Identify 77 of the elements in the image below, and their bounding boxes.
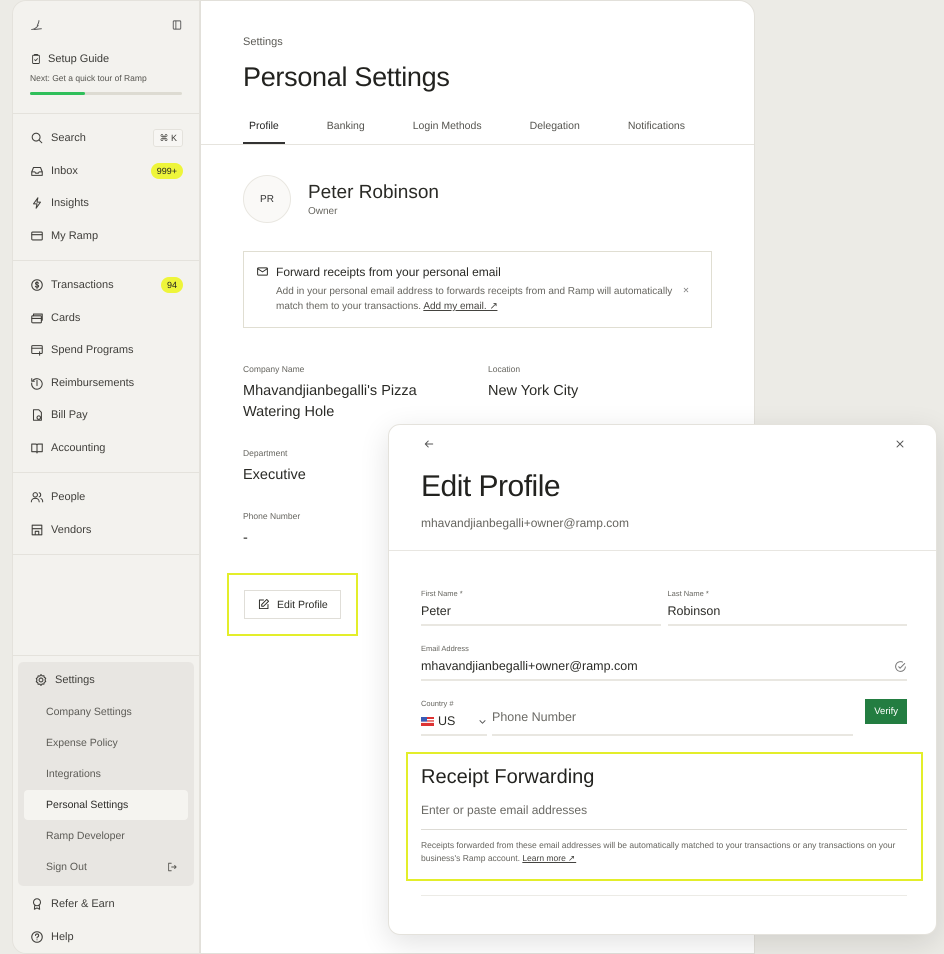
settings-nav-item[interactable]: Expense Policy: [24, 728, 188, 758]
tab[interactable]: Login Methods: [406, 120, 488, 144]
close-icon: [894, 438, 906, 450]
search-icon: [30, 131, 44, 146]
setup-guide-title[interactable]: Setup Guide: [48, 53, 110, 65]
settings-nav-item[interactable]: Sign Out: [24, 852, 188, 882]
field-value: Mhavandjianbegalli's Pizza Watering Hole: [243, 382, 418, 422]
dialog-title: Edit Profile: [421, 470, 562, 504]
banner-text: Add in your personal email address to forwards receipts from and Ramp will automatically match them to your transactions. Add my email. ↗: [276, 285, 674, 314]
learn-more-link[interactable]: Learn more ↗: [522, 853, 576, 863]
page-title: Personal Settings: [243, 62, 451, 93]
field-label: Company Name: [243, 364, 304, 374]
bill-icon: [30, 408, 44, 422]
settings-nav-item[interactable]: Company Settings: [24, 697, 188, 727]
verify-button[interactable]: Verify: [865, 699, 907, 724]
nav-item[interactable]: Transactions 94: [13, 269, 199, 302]
section-title: Receipt Forwarding: [421, 766, 596, 789]
banner-title: Forward receipts from your personal email: [276, 265, 502, 279]
settings-nav-item[interactable]: Integrations: [24, 759, 188, 789]
nav-item[interactable]: My Ramp: [13, 220, 199, 252]
help-icon: [30, 930, 44, 944]
people-icon: [30, 490, 44, 504]
sidebar-toggle-icon: [171, 19, 183, 31]
nav-item[interactable]: Search ⌘ K: [13, 122, 199, 154]
tab[interactable]: Banking: [320, 120, 371, 144]
dollar-coin-icon: [30, 278, 44, 292]
profile-role: Owner: [308, 206, 338, 216]
mail-icon: [256, 265, 269, 278]
phone-number-field[interactable]: Phone Number: [492, 699, 854, 736]
field-value: New York City: [488, 382, 580, 401]
flag-icon: [421, 716, 434, 726]
count-badge: 999+: [150, 162, 183, 179]
card-plus-icon: [30, 343, 44, 358]
settings-item[interactable]: Settings: [24, 664, 188, 696]
nav-item[interactable]: Vendors: [13, 514, 199, 546]
tab[interactable]: Profile: [243, 120, 285, 144]
nav-item[interactable]: People: [13, 481, 199, 514]
field-label: Department: [243, 448, 288, 458]
sign-out-icon: [166, 861, 178, 873]
refund-icon: [30, 376, 44, 390]
breadcrumb[interactable]: Settings: [243, 36, 712, 48]
back-arrow-icon: [423, 438, 435, 450]
store-icon: [30, 522, 44, 537]
nav-item[interactable]: Inbox 999+: [13, 154, 199, 187]
ribbon-icon: [30, 897, 44, 912]
settings-nav-item[interactable]: Ramp Developer: [24, 821, 188, 851]
field-label: Phone Number: [243, 511, 300, 521]
card-icon: [30, 228, 44, 243]
tab[interactable]: Delegation: [524, 120, 586, 144]
settings-nav-item[interactable]: Personal Settings: [24, 790, 188, 820]
nav-item[interactable]: Reimbursements: [13, 366, 199, 399]
tab[interactable]: Notifications: [622, 120, 692, 144]
gear-icon: [34, 672, 48, 687]
book-icon: [30, 440, 44, 455]
cards-icon: [30, 310, 44, 325]
lightning-icon: [30, 196, 44, 210]
edit-icon: [257, 598, 270, 611]
nav-item[interactable]: Spend Programs: [13, 334, 199, 366]
setup-guide-subtitle: Next: Get a quick tour of Ramp: [30, 73, 148, 83]
nav-item[interactable]: Accounting: [13, 432, 199, 464]
shortcut-key: ⌘ K: [153, 129, 183, 148]
nav-item[interactable]: Bill Pay: [13, 399, 199, 432]
clipboard-icon: [30, 53, 42, 65]
email-addresses-field[interactable]: Enter or paste email addresses: [421, 789, 907, 830]
nav-item[interactable]: Refer & Earn: [13, 888, 199, 920]
add-email-link[interactable]: Add my email. ↗: [423, 301, 498, 312]
field-value: -: [243, 529, 249, 548]
nav-item[interactable]: Insights: [13, 187, 199, 220]
field-label: Location: [488, 364, 520, 374]
count-badge: 94: [160, 277, 183, 294]
avatar: PR: [243, 175, 291, 223]
help-text: Receipts forwarded from these email addresses will be automatically matched to your transactions or any transactions on your business's Ramp account. Learn more ↗: [421, 839, 896, 865]
nav-item[interactable]: Help: [13, 920, 199, 953]
profile-name: Peter Robinson: [308, 182, 439, 204]
edit-profile-button[interactable]: Edit Profile: [244, 590, 341, 619]
dialog-subtitle: mhavandjianbegalli+owner@ramp.com: [421, 516, 630, 530]
nav-item[interactable]: Cards: [13, 302, 199, 334]
